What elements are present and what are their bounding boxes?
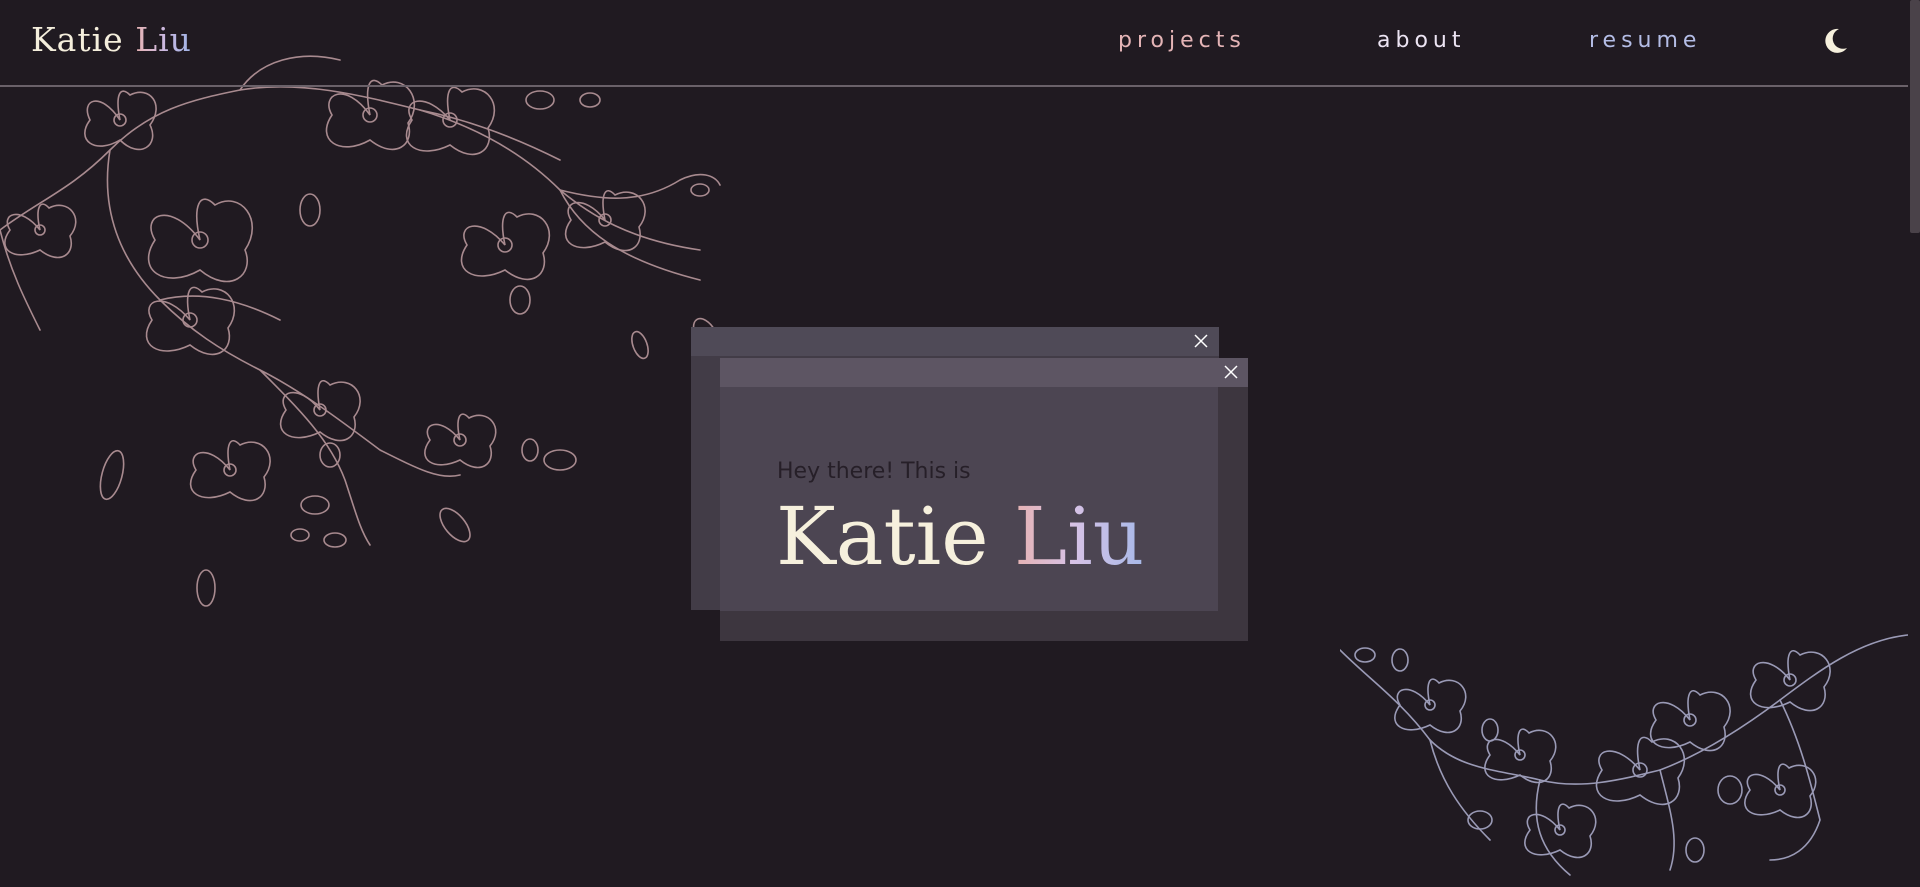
hero-last-name: Liu (1013, 490, 1145, 583)
hero-name: Katie Liu (776, 497, 1144, 577)
site-logo[interactable]: Katie Liu (31, 20, 192, 59)
front-window-body: Hey there! This is Katie Liu (720, 387, 1218, 611)
nav-link-resume[interactable]: resume (1589, 28, 1701, 53)
close-icon[interactable] (1192, 332, 1210, 350)
front-window: Hey there! This is Katie Liu (720, 358, 1248, 641)
moon-icon[interactable] (1820, 26, 1850, 56)
hero-greeting: Hey there! This is (777, 459, 971, 484)
hero-first-name: Katie (776, 490, 989, 583)
back-window-titlebar (691, 327, 1219, 356)
scrollbar-thumb[interactable] (1910, 0, 1920, 233)
nav-link-projects[interactable]: projects (1118, 28, 1246, 53)
cherry-blossom-decoration-bottom-right (1340, 634, 1909, 876)
logo-last-name: Liu (135, 20, 192, 59)
site-header: Katie Liu projects about resume (0, 0, 1908, 87)
page: Katie Liu projects about resume Hey ther… (0, 0, 1920, 887)
cherry-blossom-decoration-top-left (0, 55, 721, 607)
logo-first-name: Katie (31, 20, 124, 59)
nav-link-about[interactable]: about (1377, 28, 1465, 53)
front-window-titlebar (720, 358, 1248, 387)
close-icon[interactable] (1222, 363, 1240, 381)
